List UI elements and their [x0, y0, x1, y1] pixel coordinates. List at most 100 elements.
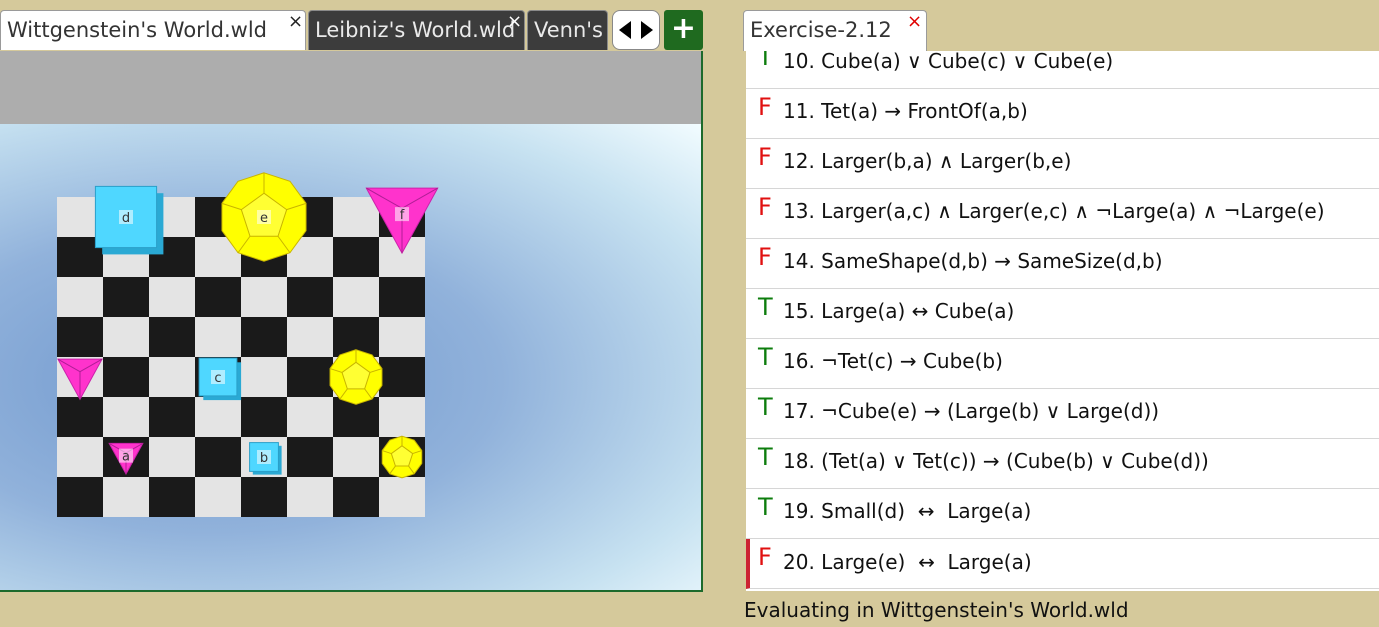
block-d[interactable]: d: [94, 185, 164, 255]
status-text: Evaluating in Wittgenstein's World.wld: [744, 598, 1129, 622]
svg-text:f: f: [400, 208, 405, 223]
sentence-row[interactable]: T 17. ¬Cube(e) → (Large(b) ∨ Large(d)): [746, 389, 1379, 439]
board-square[interactable]: [241, 397, 287, 437]
triangle-left-icon[interactable]: [615, 13, 635, 47]
board-square[interactable]: [103, 357, 149, 397]
sentence-row[interactable]: T 10. Cube(a) ∨ Cube(c) ∨ Cube(e): [746, 51, 1379, 89]
board-square[interactable]: [287, 357, 333, 397]
tab-leibniz-world[interactable]: Leibniz's World.wld ×: [308, 10, 525, 50]
sentence-text: 19. Small(d) ↔ Large(a): [783, 499, 1032, 523]
sentence-row[interactable]: T 18. (Tet(a) ∨ Tet(c)) → (Cube(b) ∨ Cub…: [746, 439, 1379, 489]
close-icon[interactable]: ×: [507, 11, 522, 41]
sentence-text: 13. Larger(a,c) ∧ Larger(e,c) ∧ ¬Large(a…: [783, 199, 1325, 223]
world-tab-bar: Wittgenstein's World.wld × Leibniz's Wor…: [0, 10, 705, 51]
board-square[interactable]: [241, 477, 287, 517]
board-square[interactable]: [103, 397, 149, 437]
board-square[interactable]: [195, 397, 241, 437]
board-square[interactable]: [379, 277, 425, 317]
board-square[interactable]: [57, 397, 103, 437]
truth-value: T: [758, 493, 773, 521]
board-square[interactable]: [287, 477, 333, 517]
truth-value: F: [758, 143, 772, 171]
board-square[interactable]: [195, 477, 241, 517]
board-square[interactable]: [379, 317, 425, 357]
board-square[interactable]: [103, 317, 149, 357]
board-square[interactable]: [149, 477, 195, 517]
board-square[interactable]: [149, 397, 195, 437]
board-square[interactable]: [195, 317, 241, 357]
add-tab-button[interactable]: +: [664, 10, 703, 50]
sentence-text: 15. Large(a) ↔ Cube(a): [783, 299, 1015, 323]
sentence-text: 20. Large(e) ↔ Large(a): [783, 550, 1032, 574]
tab-exercise[interactable]: Exercise-2.12 ×: [743, 10, 927, 51]
board-square[interactable]: [57, 277, 103, 317]
truth-value: F: [758, 193, 772, 221]
board-square[interactable]: [333, 277, 379, 317]
block-unlabeled[interactable]: [329, 349, 383, 405]
board-square[interactable]: [241, 317, 287, 357]
sentence-text: 18. (Tet(a) ∨ Tet(c)) → (Cube(b) ∨ Cube(…: [783, 449, 1209, 473]
truth-value: F: [758, 243, 772, 271]
triangle-right-icon[interactable]: [637, 13, 657, 47]
sentence-text: 17. ¬Cube(e) → (Large(b) ∨ Large(d)): [783, 399, 1160, 423]
board-square[interactable]: [241, 277, 287, 317]
board-square[interactable]: [103, 277, 149, 317]
sentence-row[interactable]: F 13. Larger(a,c) ∧ Larger(e,c) ∧ ¬Large…: [746, 189, 1379, 239]
block-e[interactable]: e: [221, 172, 307, 262]
board-square[interactable]: [57, 437, 103, 477]
sentence-row[interactable]: T 15. Large(a) ↔ Cube(a): [746, 289, 1379, 339]
board-square[interactable]: [379, 357, 425, 397]
sentence-text: 10. Cube(a) ∨ Cube(c) ∨ Cube(e): [783, 51, 1114, 73]
sentence-text: 12. Larger(b,a) ∧ Larger(b,e): [783, 149, 1072, 173]
sentence-list: T 10. Cube(a) ∨ Cube(c) ∨ Cube(e) F 11. …: [746, 51, 1379, 591]
board-square[interactable]: [333, 477, 379, 517]
block-unlabeled[interactable]: [381, 435, 423, 479]
sentence-text: 14. SameShape(d,b) → SameSize(d,b): [783, 249, 1163, 273]
board-square[interactable]: [287, 397, 333, 437]
board-square[interactable]: [287, 437, 333, 477]
sentence-text: 11. Tet(a) → FrontOf(a,b): [783, 99, 1028, 123]
tab-venns-world[interactable]: Venn's World.wld: [527, 10, 608, 50]
tab-label: Wittgenstein's World.wld: [7, 18, 267, 42]
close-icon[interactable]: ×: [907, 3, 922, 41]
sentence-row[interactable]: T 16. ¬Tet(c) → Cube(b): [746, 339, 1379, 389]
sentence-tab-bar: Exercise-2.12 ×: [743, 10, 1379, 51]
board-square[interactable]: [149, 437, 195, 477]
tab-label: Venn's World.wld: [534, 18, 607, 42]
board-square[interactable]: [195, 277, 241, 317]
world-scene[interactable]: a b c d e f: [0, 124, 701, 590]
truth-value: T: [758, 393, 773, 421]
svg-text:a: a: [122, 450, 130, 465]
board-square[interactable]: [287, 317, 333, 357]
board-square[interactable]: [333, 237, 379, 277]
sentence-row[interactable]: F 14. SameShape(d,b) → SameSize(d,b): [746, 239, 1379, 289]
board-square[interactable]: [195, 437, 241, 477]
sentence-row[interactable]: F 12. Larger(b,a) ∧ Larger(b,e): [746, 139, 1379, 189]
truth-value: T: [758, 293, 773, 321]
board-square[interactable]: [149, 357, 195, 397]
block-b[interactable]: b: [249, 442, 282, 475]
board-square[interactable]: [287, 277, 333, 317]
board-square[interactable]: [333, 197, 379, 237]
world-toolbar-area: [0, 51, 701, 124]
truth-value: T: [758, 343, 773, 371]
close-icon[interactable]: ×: [288, 11, 303, 41]
board-square[interactable]: [103, 477, 149, 517]
board-square[interactable]: [57, 317, 103, 357]
truth-value: F: [758, 543, 772, 571]
board-square[interactable]: [333, 437, 379, 477]
board-square[interactable]: [379, 477, 425, 517]
world-board[interactable]: a b c d e f: [0, 124, 701, 590]
board-square[interactable]: [149, 317, 195, 357]
sentence-row-selected[interactable]: F 20. Large(e) ↔ Large(a): [746, 539, 1379, 589]
board-square[interactable]: [241, 357, 287, 397]
board-square[interactable]: [149, 277, 195, 317]
block-c[interactable]: c: [198, 357, 242, 401]
board-square[interactable]: [57, 477, 103, 517]
svg-text:b: b: [260, 451, 268, 466]
sentence-row[interactable]: T 19. Small(d) ↔ Large(a): [746, 489, 1379, 539]
tab-wittgensteins-world[interactable]: Wittgenstein's World.wld ×: [0, 10, 306, 50]
board-square[interactable]: [379, 397, 425, 437]
tab-label: Leibniz's World.wld: [315, 18, 516, 42]
sentence-row[interactable]: F 11. Tet(a) → FrontOf(a,b): [746, 89, 1379, 139]
